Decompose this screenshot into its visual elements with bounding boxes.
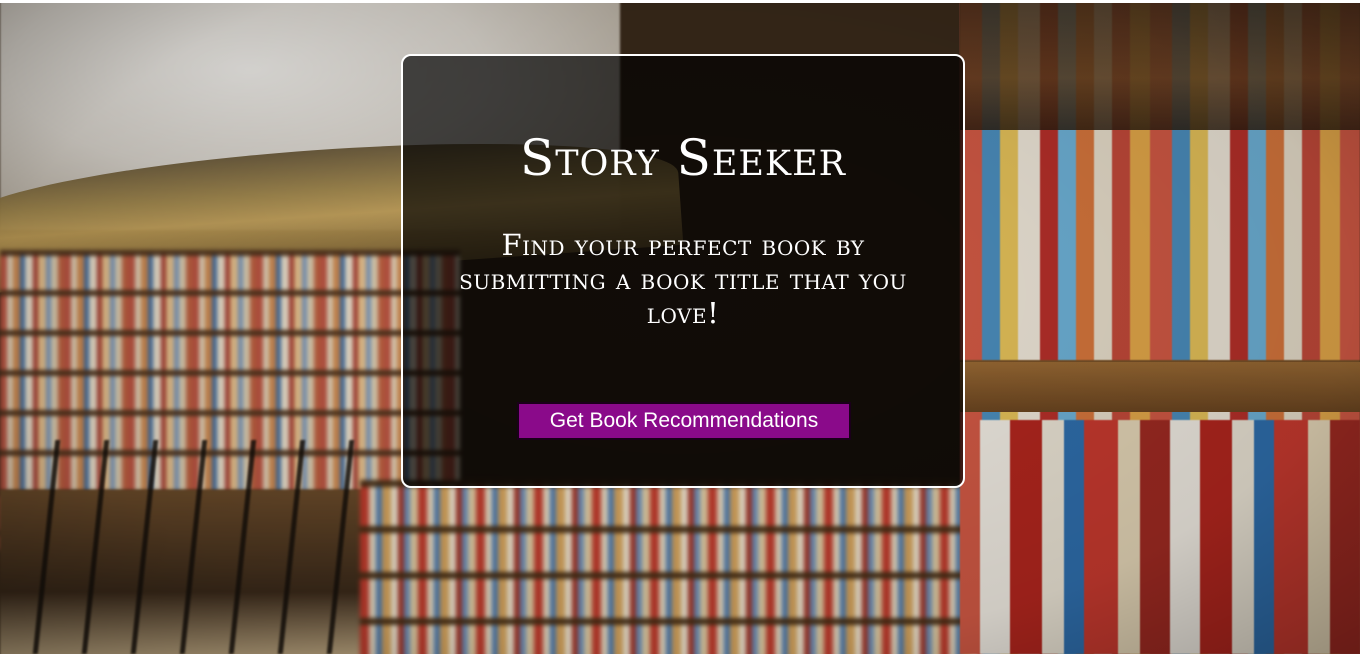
- hero-subtitle: Find your perfect book by submitting a b…: [459, 228, 907, 330]
- landing-page: Story Seeker Find your perfect book by s…: [0, 0, 1360, 654]
- top-edge-divider: [0, 0, 1360, 3]
- get-book-recommendations-button[interactable]: Get Book Recommendations: [517, 402, 851, 440]
- page-title: Story Seeker: [520, 129, 846, 187]
- hero-card: Story Seeker Find your perfect book by s…: [401, 54, 965, 488]
